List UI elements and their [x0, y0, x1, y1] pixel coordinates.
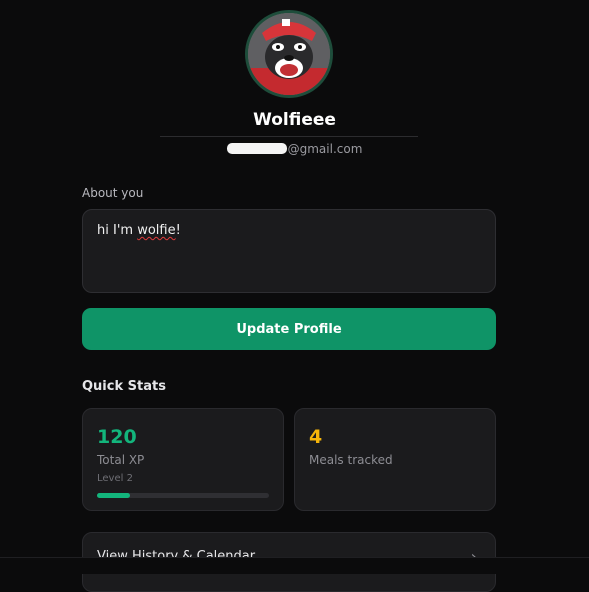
mascot-photo	[248, 13, 330, 95]
meals-stat-card: 4 Meals tracked	[294, 408, 496, 511]
about-text-flagged-word: wolfie	[137, 223, 176, 238]
profile-display-name: Wolfieee	[253, 110, 336, 130]
quick-stats-title: Quick Stats	[82, 379, 166, 394]
update-profile-button[interactable]: Update Profile	[82, 308, 496, 350]
meals-value: 4	[309, 426, 323, 448]
level-progress-fill	[97, 493, 130, 498]
xp-value: 120	[97, 426, 137, 448]
level-progress-bar	[97, 493, 269, 498]
about-text-end: !	[175, 223, 181, 238]
meals-label: Meals tracked	[309, 453, 393, 467]
level-label: Level 2	[97, 473, 133, 484]
xp-label: Total XP	[97, 453, 145, 467]
redaction-mark	[226, 143, 287, 154]
about-text-start: hi I'm	[97, 223, 138, 238]
email-suffix: @gmail.com	[287, 142, 363, 156]
about-label: About you	[82, 186, 144, 200]
about-textarea[interactable]: hi I'm wolfie!	[82, 209, 496, 293]
xp-stat-card: 120 Total XP Level 2	[82, 408, 284, 511]
profile-avatar[interactable]	[245, 10, 333, 98]
profile-email: @gmail.com	[0, 142, 589, 156]
bottom-edge	[0, 557, 589, 574]
update-profile-label: Update Profile	[236, 321, 342, 337]
name-divider	[160, 136, 418, 137]
